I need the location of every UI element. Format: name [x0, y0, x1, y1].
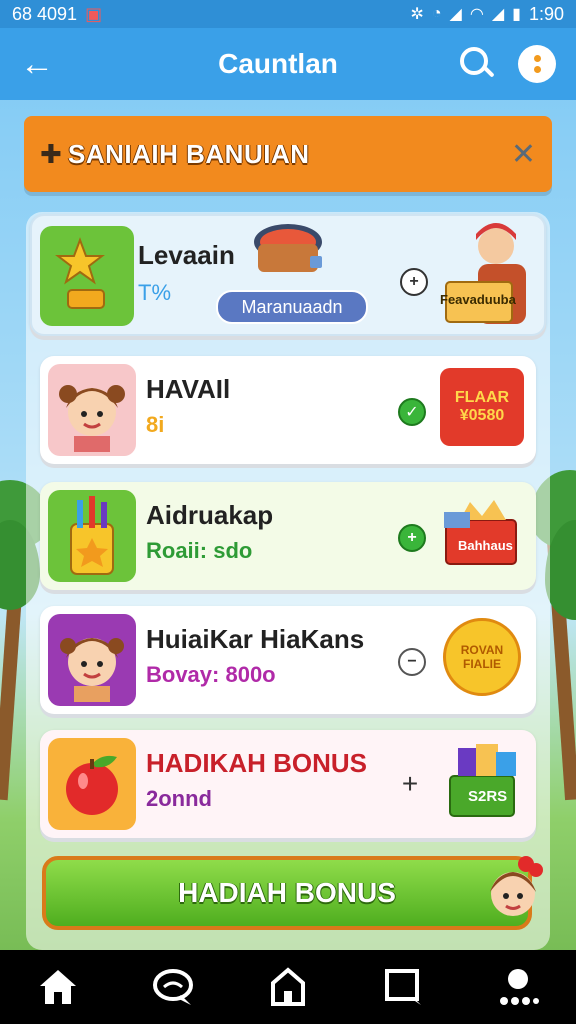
arrow-left-icon[interactable]: ←: [20, 45, 60, 84]
notification-icon: ▣: [85, 3, 103, 24]
item-action[interactable]: +: [398, 524, 426, 552]
house-icon[interactable]: [260, 959, 316, 1015]
star-icon: [55, 237, 105, 309]
item-thumbnail: [48, 364, 136, 456]
battery-icon: ▮: [512, 6, 521, 23]
boy-avatar-icon: [60, 638, 124, 702]
status-bar: 68 4091 ▣ ✲ ◔ ◢ ◠ ◢ ▮ 1:90: [0, 0, 576, 28]
bottom-nav: [0, 950, 576, 1024]
list-item[interactable]: HAVAIl 8i ✓ FLAAR ¥0580: [40, 356, 536, 464]
item-subtitle: 8i: [146, 412, 165, 437]
item-action[interactable]: +: [400, 268, 428, 296]
item-thumbnail: [48, 490, 136, 582]
list-item[interactable]: Levaain T% Maranuaadn + Feavaduuba: [30, 214, 546, 336]
alarm-icon: ◔: [431, 5, 442, 22]
item-title: Levaain: [138, 240, 235, 270]
item-title: HuiaiKar HiaKans: [146, 624, 365, 654]
item-thumbnail: [40, 226, 134, 326]
close-icon[interactable]: ✕: [511, 137, 536, 172]
apple-icon: [66, 755, 118, 815]
status-left-text: 68 4091: [12, 3, 78, 24]
chat-icon[interactable]: [145, 959, 201, 1015]
clock: 1:90: [528, 3, 564, 24]
item-badge: Maranuaadn: [216, 290, 368, 324]
item-title: HADIKAH BONUS: [146, 748, 367, 778]
settings-icon: ✲: [410, 6, 424, 23]
item-title: Aidruakap: [146, 500, 274, 530]
reward-label: ROVAN FIALIE: [460, 643, 504, 671]
app-bar: ← Cauntlan: [0, 28, 576, 100]
more-dots-icon[interactable]: [518, 45, 556, 83]
wifi-icon: ◠: [469, 6, 484, 23]
reward-label: Feavaduuba: [440, 292, 516, 307]
profile-icon[interactable]: [490, 959, 546, 1015]
item-action[interactable]: ✓: [398, 398, 426, 426]
pot-icon: [252, 220, 324, 280]
item-subtitle: Bovay: 800o: [146, 662, 276, 687]
item-action[interactable]: −: [398, 648, 426, 676]
item-subtitle: Roaii: sdo: [146, 538, 253, 563]
coin-icon: ROVAN FIALIE: [443, 618, 521, 696]
bonus-button[interactable]: HADIAH BONUS: [42, 856, 532, 930]
person-icon: [445, 223, 526, 324]
plus-icon: ✚: [40, 138, 62, 169]
pencil-cup-icon: [70, 496, 114, 575]
item-thumbnail: [48, 614, 136, 706]
reward-image: FLAAR ¥0580: [440, 368, 524, 446]
item-thumbnail: [48, 738, 136, 830]
home-icon[interactable]: [30, 959, 86, 1015]
girl-avatar-icon: [59, 385, 125, 452]
list-item[interactable]: HADIKAH BONUS 2onnd + S2RS: [40, 730, 536, 838]
reward-image: S2RS: [440, 742, 524, 820]
gift-box-icon: [449, 744, 516, 817]
girl-mascot-icon: [478, 850, 548, 930]
announcement-banner[interactable]: ✚ SANIAIH BANUIAN ✕: [24, 116, 552, 192]
treasure-box-icon: [444, 500, 517, 565]
signal-icon: ◢: [449, 6, 462, 23]
reward-image: Bahhaus: [440, 494, 524, 572]
reward-label: Bahhaus: [458, 538, 513, 553]
page-title: Cauntlan: [218, 48, 338, 79]
reward-label: S2RS: [468, 788, 508, 805]
reward-label: FLAAR ¥0580: [454, 389, 510, 424]
list-item[interactable]: Aidruakap Roaii: sdo + Bahhaus: [40, 482, 536, 590]
banner-label: SANIAIH BANUIAN: [68, 138, 310, 169]
item-action[interactable]: +: [398, 768, 422, 799]
item-title: HAVAIl: [146, 374, 231, 404]
reward-image: ROVAN FIALIE: [440, 618, 524, 696]
signal-icon: ◢: [491, 6, 505, 23]
list-item[interactable]: HuiaiKar HiaKans Bovay: 800o − ROVAN FIA…: [40, 606, 536, 714]
reward-image: Feavaduuba: [438, 216, 534, 334]
search-icon[interactable]: [456, 44, 496, 84]
bonus-button-label: HADIAH BONUS: [178, 877, 396, 908]
square-chat-icon[interactable]: [375, 959, 431, 1015]
item-subtitle: T%: [138, 280, 171, 305]
item-subtitle: 2onnd: [146, 786, 212, 811]
